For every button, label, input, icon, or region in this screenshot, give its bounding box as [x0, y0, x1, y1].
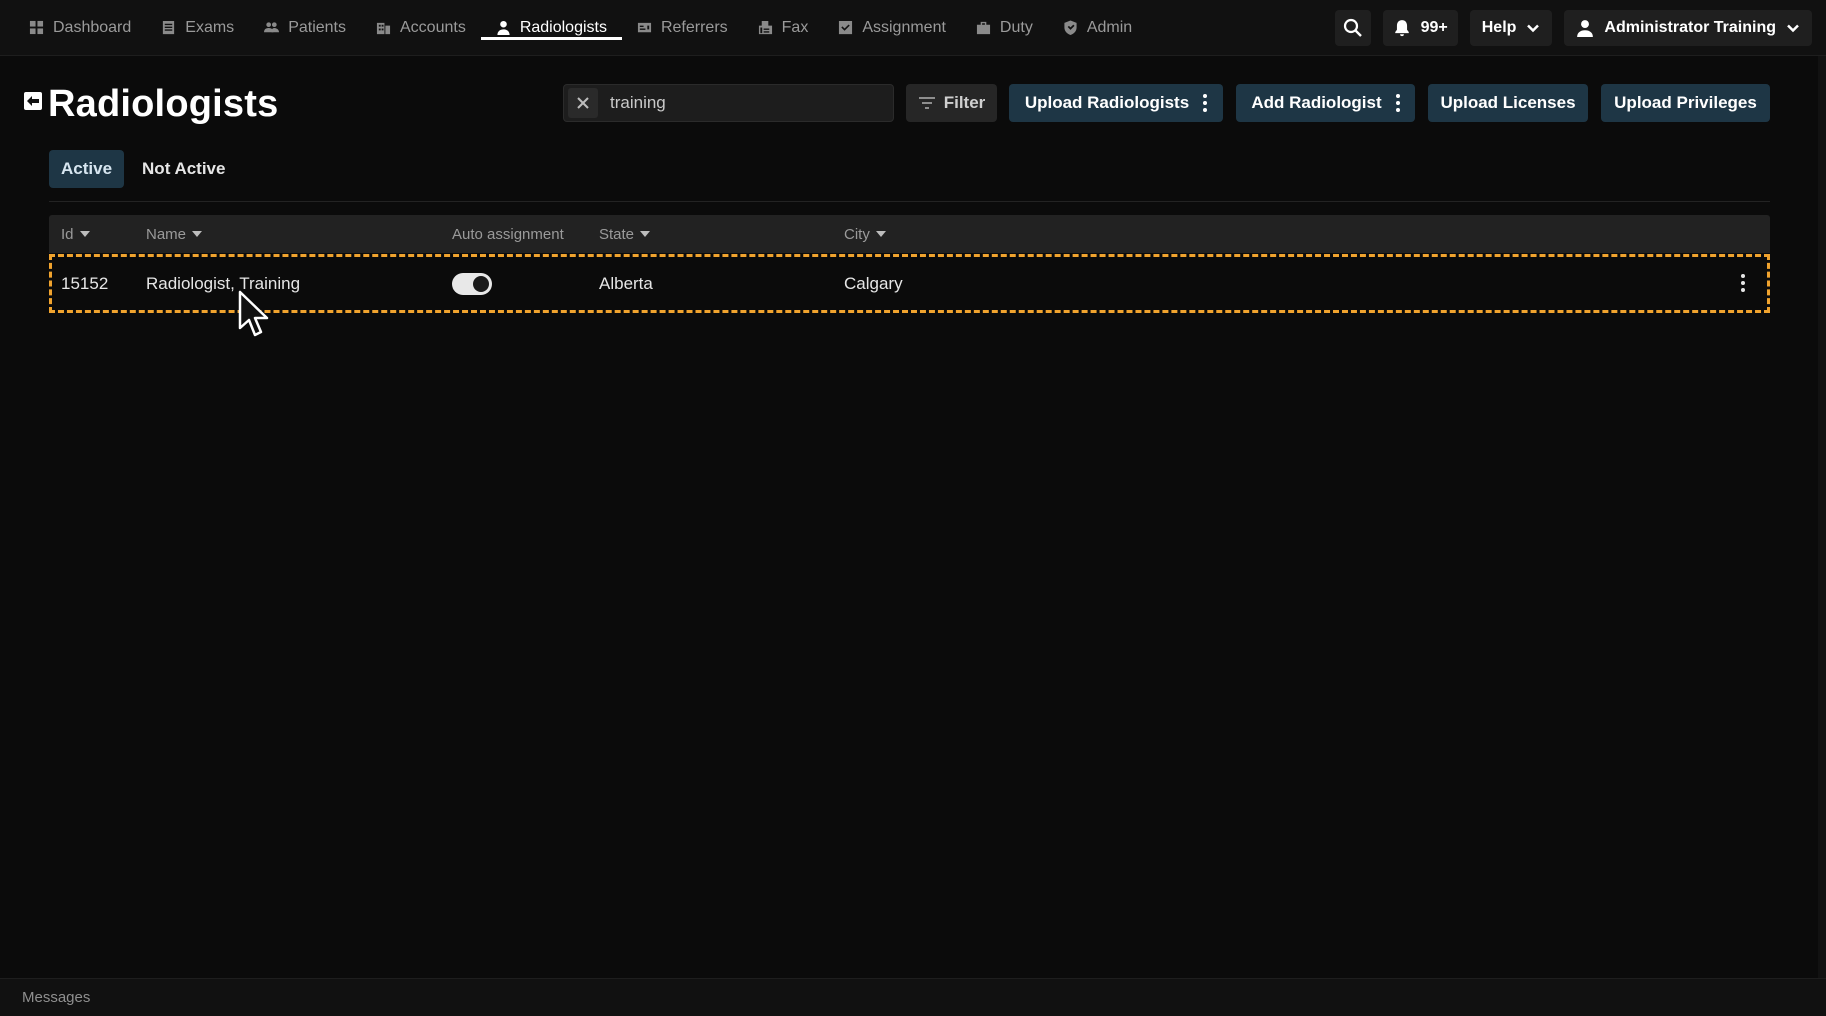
cell-id: 15152: [61, 273, 109, 293]
nav-item-label: Patients: [288, 18, 346, 36]
nav-item-assignment[interactable]: Assignment: [823, 0, 961, 56]
nav-item-patients[interactable]: Patients: [249, 0, 361, 56]
nav-item-admin[interactable]: Admin: [1048, 0, 1147, 56]
back-arrow-icon[interactable]: [24, 92, 42, 110]
messages-label: Messages: [22, 989, 91, 1006]
nav-item-exams[interactable]: Exams: [146, 0, 249, 56]
page-scrollbar[interactable]: [1818, 56, 1826, 978]
top-navbar: Dashboard Exams Patients Accounts Radiol…: [0, 0, 1826, 56]
user-name: Administrator Training: [1604, 19, 1776, 36]
close-icon: [577, 97, 589, 109]
sort-down-icon: [192, 231, 203, 237]
column-header-id[interactable]: Id: [61, 215, 90, 253]
upload-privileges-button[interactable]: Upload Privileges: [1601, 84, 1770, 122]
clear-search-button[interactable]: [568, 88, 598, 118]
nav-item-label: Referrers: [660, 18, 728, 36]
filter-icon: [918, 97, 935, 109]
cell-city: Calgary: [844, 273, 903, 293]
upload-radiologists-label: Upload Radiologists: [1024, 93, 1190, 112]
nav-item-label: Exams: [185, 18, 235, 36]
nav-item-accounts[interactable]: Accounts: [361, 0, 481, 56]
nav-item-label: Radiologists: [519, 18, 607, 36]
nav-item-label: Admin: [1086, 18, 1133, 36]
status-tabs: Active Not Active: [49, 150, 237, 188]
upload-radiologists-button[interactable]: Upload Radiologists: [1009, 84, 1223, 122]
sort-down-icon: [875, 231, 886, 237]
more-options-icon[interactable]: [1395, 94, 1400, 112]
upload-licenses-label: Upload Licenses: [1440, 93, 1576, 112]
bell-icon: [1394, 20, 1409, 37]
add-radiologist-label: Add Radiologist: [1251, 93, 1382, 112]
search-input[interactable]: [608, 92, 893, 114]
messages-bar[interactable]: Messages: [0, 978, 1826, 1016]
row-actions-icon[interactable]: [1741, 274, 1745, 292]
help-dropdown[interactable]: Help: [1469, 10, 1553, 46]
column-label: State: [599, 225, 635, 243]
column-header-city[interactable]: City: [844, 215, 886, 253]
sort-down-icon: [640, 231, 651, 237]
nav-item-label: Fax: [781, 18, 809, 36]
tab-not-active[interactable]: Not Active: [130, 150, 237, 188]
cell-state: Alberta: [599, 273, 653, 293]
assignment-icon: [839, 20, 853, 35]
column-label: City: [844, 225, 870, 243]
nav-item-fax[interactable]: Fax: [743, 0, 824, 56]
nav-item-label: Accounts: [400, 18, 466, 36]
dashboard-icon: [29, 20, 44, 35]
upload-licenses-button[interactable]: Upload Licenses: [1428, 84, 1588, 122]
column-label: Name: [146, 225, 187, 243]
nav-item-dashboard[interactable]: Dashboard: [14, 0, 146, 56]
column-header-auto-assignment: Auto assignment: [452, 215, 564, 253]
nav-item-label: Duty: [999, 18, 1033, 36]
nav-item-label: Assignment: [862, 18, 946, 36]
nav-actions: 99+ Help Administrator Training: [1334, 0, 1812, 56]
search-icon: [1343, 18, 1362, 37]
column-label: Auto assignment: [452, 225, 564, 243]
chevron-down-icon: [1527, 24, 1540, 33]
nav-item-duty[interactable]: Duty: [961, 0, 1048, 56]
nav-item-label: Dashboard: [53, 18, 132, 36]
nav-item-referrers[interactable]: Referrers: [622, 0, 743, 56]
nav-item-radiologists[interactable]: Radiologists: [480, 0, 623, 56]
table-header: Id Name Auto assignment State City: [49, 215, 1770, 253]
duty-icon: [976, 21, 990, 35]
search-field: [563, 84, 894, 122]
cell-name: Radiologist, Training: [146, 273, 301, 293]
filter-button[interactable]: Filter: [906, 84, 997, 122]
patients-icon: [264, 22, 280, 33]
global-search-button[interactable]: [1334, 10, 1371, 46]
notifications-count: 99+: [1420, 19, 1448, 36]
exams-icon: [163, 20, 175, 35]
page-header: Radiologists: [24, 80, 278, 128]
chevron-down-icon: [1787, 24, 1799, 33]
help-label: Help: [1481, 19, 1517, 36]
notifications-button[interactable]: 99+: [1382, 10, 1458, 46]
referrers-icon: [637, 22, 652, 33]
more-options-icon[interactable]: [1203, 94, 1208, 112]
column-header-state[interactable]: State: [599, 215, 651, 253]
accounts-icon: [376, 22, 391, 35]
cell-auto-assignment: [452, 257, 492, 310]
tabs-divider: [49, 201, 1770, 202]
filter-label: Filter: [943, 93, 986, 112]
page-title: Radiologists: [48, 82, 279, 125]
tab-active[interactable]: Active: [49, 150, 125, 188]
mouse-cursor-icon: [238, 290, 269, 337]
upload-privileges-label: Upload Privileges: [1614, 93, 1757, 112]
user-menu-dropdown[interactable]: Administrator Training: [1564, 10, 1812, 46]
radiologist-icon: [497, 20, 510, 35]
column-label: Id: [61, 225, 74, 243]
column-header-name[interactable]: Name: [146, 215, 203, 253]
fax-icon: [758, 20, 772, 35]
main-nav: Dashboard Exams Patients Accounts Radiol…: [14, 0, 1147, 56]
admin-icon: [1064, 20, 1077, 35]
sort-down-icon: [79, 231, 90, 237]
auto-assignment-toggle[interactable]: [452, 272, 492, 295]
add-radiologist-button[interactable]: Add Radiologist: [1236, 84, 1415, 122]
table-row[interactable]: 15152 Radiologist, Training Alberta Calg…: [49, 254, 1770, 313]
user-icon: [1577, 20, 1594, 37]
